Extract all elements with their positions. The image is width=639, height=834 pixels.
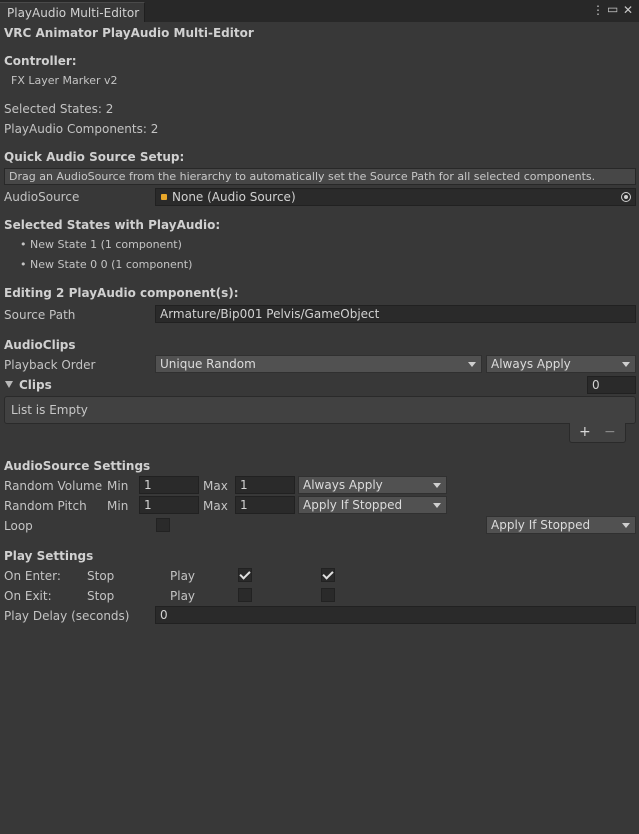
audiosource-label: AudioSource — [4, 190, 80, 204]
list-empty-text: List is Empty — [11, 403, 88, 417]
maximize-icon[interactable]: ▭ — [607, 2, 618, 16]
quick-setup-help-box: Drag an AudioSource from the hierarchy t… — [4, 168, 636, 185]
volume-min-input[interactable]: 1 — [139, 476, 199, 494]
source-path-label: Source Path — [4, 308, 76, 322]
playback-order-label: Playback Order — [4, 358, 96, 372]
selected-states-count: Selected States: 2 — [4, 102, 114, 116]
volume-apply-value: Always Apply — [303, 478, 383, 492]
editor-title: VRC Animator PlayAudio Multi-Editor — [4, 26, 254, 40]
editing-title: Editing 2 PlayAudio component(s): — [4, 286, 239, 300]
volume-apply-dropdown[interactable]: Always Apply — [298, 476, 447, 494]
chevron-down-icon — [622, 523, 630, 528]
pitch-max-input[interactable]: 1 — [235, 496, 295, 514]
chevron-down-icon — [622, 362, 630, 367]
volume-min-label: Min — [107, 479, 129, 493]
audioclips-title: AudioClips — [4, 338, 76, 352]
remove-element-button[interactable]: − — [604, 424, 616, 440]
random-pitch-label: Random Pitch — [4, 499, 87, 513]
controller-name: FX Layer Marker v2 — [11, 74, 118, 87]
audio-source-icon — [161, 194, 167, 200]
random-volume-label: Random Volume — [4, 479, 103, 493]
on-exit-play-label: Play — [170, 589, 196, 603]
window-tab-title: PlayAudio Multi-Editor — [7, 6, 140, 20]
kebab-menu-icon[interactable]: ⋮ — [592, 3, 604, 17]
chevron-down-icon — [433, 483, 441, 488]
pitch-apply-dropdown[interactable]: Apply If Stopped — [298, 496, 447, 514]
audiosource-object-field[interactable]: None (Audio Source) — [155, 188, 636, 206]
play-settings-title: Play Settings — [4, 549, 94, 563]
add-element-button[interactable]: + — [579, 424, 591, 440]
on-enter-label: On Enter: — [4, 569, 61, 583]
clips-list: List is Empty — [4, 396, 636, 424]
loop-apply-value: Apply If Stopped — [491, 518, 591, 532]
loop-apply-dropdown[interactable]: Apply If Stopped — [486, 516, 636, 534]
quick-setup-title: Quick Audio Source Setup: — [4, 150, 185, 164]
window-tab[interactable]: PlayAudio Multi-Editor — [0, 2, 145, 22]
object-picker-icon[interactable] — [621, 192, 631, 202]
playback-apply-value: Always Apply — [491, 357, 571, 371]
clips-foldout-label[interactable]: Clips — [19, 378, 52, 392]
controller-label: Controller: — [4, 54, 77, 68]
chevron-down-icon — [433, 503, 441, 508]
on-exit-stop-label: Stop — [87, 589, 115, 603]
playback-order-dropdown[interactable]: Unique Random — [155, 355, 482, 373]
window-tab-bar: PlayAudio Multi-Editor ⋮ ▭ ✕ — [0, 0, 639, 22]
on-enter-stop-label: Stop — [87, 569, 115, 583]
pitch-apply-value: Apply If Stopped — [303, 498, 403, 512]
list-footer: + − — [569, 423, 626, 443]
playback-order-value: Unique Random — [160, 357, 256, 371]
on-exit-stop-checkbox[interactable] — [238, 588, 252, 602]
selected-state-item: • New State 1 (1 component) — [20, 238, 182, 251]
volume-max-label: Max — [203, 479, 228, 493]
pitch-min-input[interactable]: 1 — [139, 496, 199, 514]
selected-states-title: Selected States with PlayAudio: — [4, 218, 221, 232]
pitch-max-label: Max — [203, 499, 228, 513]
on-exit-label: On Exit: — [4, 589, 52, 603]
audiosource-settings-title: AudioSource Settings — [4, 459, 151, 473]
playback-apply-dropdown[interactable]: Always Apply — [486, 355, 636, 373]
on-enter-stop-checkbox[interactable] — [238, 568, 252, 582]
chevron-down-icon — [468, 362, 476, 367]
foldout-triangle-icon[interactable] — [5, 381, 13, 388]
on-enter-play-checkbox[interactable] — [321, 568, 335, 582]
playaudio-components-count: PlayAudio Components: 2 — [4, 122, 159, 136]
play-delay-label: Play Delay (seconds) — [4, 609, 130, 623]
on-enter-play-label: Play — [170, 569, 196, 583]
audiosource-field-value: None (Audio Source) — [172, 190, 296, 204]
pitch-min-label: Min — [107, 499, 129, 513]
selected-state-item: • New State 0 0 (1 component) — [20, 258, 193, 271]
source-path-input[interactable]: Armature/Bip001 Pelvis/GameObject — [155, 305, 636, 323]
loop-checkbox[interactable] — [156, 518, 170, 532]
play-delay-input[interactable]: 0 — [155, 606, 636, 624]
clips-size-input[interactable]: 0 — [587, 376, 636, 394]
loop-label: Loop — [4, 519, 33, 533]
close-icon[interactable]: ✕ — [623, 3, 633, 17]
on-exit-play-checkbox[interactable] — [321, 588, 335, 602]
volume-max-input[interactable]: 1 — [235, 476, 295, 494]
